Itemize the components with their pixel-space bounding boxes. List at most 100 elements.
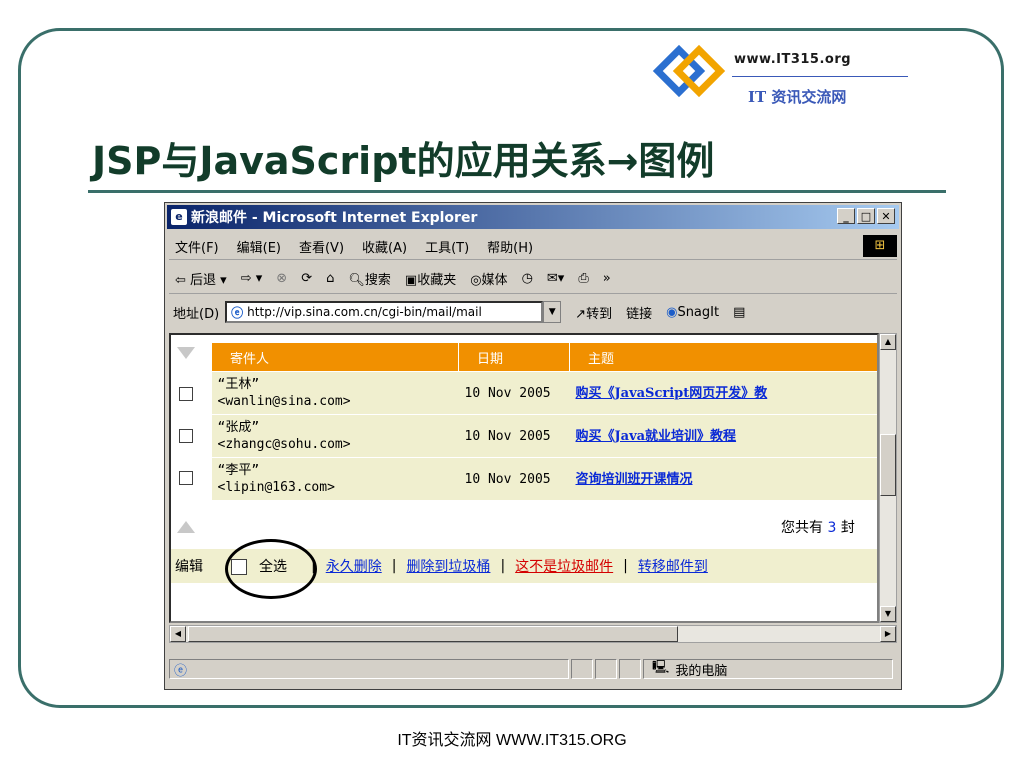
search-label: 搜索 <box>364 272 391 288</box>
toolbar-more[interactable]: » <box>603 271 611 286</box>
column-header-sender[interactable]: 寄件人 <box>211 343 459 372</box>
ie-window-title: 新浪邮件 - Microsoft Internet Explorer <box>191 210 478 226</box>
table-row[interactable]: “张成” <zhangc@sohu.com> 10 Nov 2005 购买《Ja… <box>211 414 877 458</box>
total-prefix: 您共有 <box>781 520 823 536</box>
maximize-icon[interactable]: □ <box>857 208 875 224</box>
standard-toolbar: ⇦ 后退 ▾ ⇨ ▾ ⊗ ⟳ ⌂ 🔍︎搜索 ▣收藏夹 ◎媒体 ◷ ✉▾ ⎙ » <box>169 263 897 294</box>
status-cell <box>595 659 617 679</box>
snagit-icon: ◉ <box>666 304 678 320</box>
horizontal-scrollbar[interactable]: ◀ ▶ <box>169 625 897 643</box>
delete-forever-link[interactable]: 永久删除 <box>326 556 382 576</box>
scroll-left-icon[interactable]: ◀ <box>170 626 186 642</box>
forward-button[interactable]: ⇨ ▾ <box>241 271 263 286</box>
menu-favorites[interactable]: 收藏(A) <box>362 237 407 256</box>
column-header-subject[interactable]: 主题 <box>569 343 877 372</box>
sender-name: “李平” <box>217 463 260 478</box>
separator: | <box>623 558 628 574</box>
favorites-label: 收藏夹 <box>417 272 457 288</box>
ie-titlebar[interactable]: e 新浪邮件 - Microsoft Internet Explorer _ □… <box>167 205 899 229</box>
favorites-button[interactable]: ▣收藏夹 <box>405 269 456 288</box>
not-spam-link[interactable]: 这不是垃圾邮件 <box>515 556 613 576</box>
row-checkbox[interactable] <box>179 429 193 443</box>
menu-help[interactable]: 帮助(H) <box>487 237 533 256</box>
links-button[interactable]: 链接 <box>626 303 652 322</box>
search-icon: 🔍︎ <box>348 272 365 288</box>
logo-rule <box>732 76 908 77</box>
scroll-down-icon[interactable]: ▼ <box>880 606 896 622</box>
scroll-right-icon[interactable]: ▶ <box>880 626 896 642</box>
stop-icon[interactable]: ⊗ <box>276 271 287 286</box>
row-checkbox[interactable] <box>179 471 193 485</box>
address-url: http://vip.sina.com.cn/cgi-bin/mail/mail <box>247 305 482 319</box>
vertical-scrollbar[interactable]: ▲ ▼ <box>879 333 897 623</box>
refresh-icon[interactable]: ⟳ <box>301 271 312 286</box>
snagit-button[interactable]: ◉SnagIt <box>666 305 719 320</box>
back-button[interactable]: ⇦ 后退 ▾ <box>175 269 227 288</box>
window-controls: _ □ ✕ <box>837 208 895 224</box>
computer-icon: 🖳 <box>652 660 670 675</box>
status-cell <box>619 659 641 679</box>
table-row[interactable]: “李平” <lipin@163.com> 10 Nov 2005 咨询培训班开课… <box>211 457 877 500</box>
scroll-up-icon[interactable]: ▲ <box>880 334 896 350</box>
sender-cell: “王林” <wanlin@sina.com> <box>211 371 459 415</box>
highlight-circle <box>225 539 317 599</box>
total-suffix: 封 <box>840 520 855 536</box>
sort-down-icon[interactable] <box>177 347 195 359</box>
column-header-date[interactable]: 日期 <box>458 343 570 372</box>
snagit-label: SnagIt <box>677 304 720 320</box>
move-mail-link[interactable]: 转移邮件到 <box>638 556 708 576</box>
address-label: 地址(D) <box>173 306 220 322</box>
minimize-icon[interactable]: _ <box>837 208 855 224</box>
edit-label: 编辑 <box>175 559 203 575</box>
vertical-scroll-thumb[interactable] <box>880 434 896 496</box>
separator: | <box>500 558 506 574</box>
search-button[interactable]: 🔍︎搜索 <box>348 269 391 288</box>
sender-cell: “李平” <lipin@163.com> <box>211 457 459 500</box>
sender-email: <wanlin@sina.com> <box>217 394 351 409</box>
snagit-capture-icon[interactable]: ▤ <box>733 305 745 320</box>
menu-bar: 文件(F) 编辑(E) 查看(V) 收藏(A) 工具(T) 帮助(H) <box>169 233 897 260</box>
print-icon[interactable]: ⎙ <box>578 271 588 286</box>
subject-link[interactable]: 购买《Java就业培训》教程 <box>576 429 737 444</box>
sender-name: “张成” <box>217 420 260 435</box>
sender-cell: “张成” <zhangc@sohu.com> <box>211 414 459 458</box>
zone-label: 我的电脑 <box>675 663 728 679</box>
sender-name: “王林” <box>217 377 260 392</box>
slide-footer: IT资讯交流网 WWW.IT315.ORG <box>397 732 627 749</box>
history-icon[interactable]: ◷ <box>522 271 533 286</box>
windows-flag-icon: ⊞ <box>863 235 897 257</box>
security-zone: 🖳 我的电脑 <box>643 659 893 679</box>
status-page-icon: ⓔ <box>174 663 188 679</box>
subject-cell: 咨询培训班开课情况 <box>569 457 877 500</box>
row-checkbox[interactable] <box>179 387 193 401</box>
date-cell: 10 Nov 2005 <box>458 457 570 500</box>
close-icon[interactable]: ✕ <box>877 208 895 224</box>
address-input[interactable]: ⓔ http://vip.sina.com.cn/cgi-bin/mail/ma… <box>225 301 544 323</box>
home-icon[interactable]: ⌂ <box>326 271 334 286</box>
logo-bottom-text: IT 资讯交流网 <box>748 88 847 106</box>
sort-up-icon[interactable] <box>177 521 195 533</box>
separator: | <box>391 558 397 574</box>
mail-icon[interactable]: ✉▾ <box>547 271 564 286</box>
move-to-trash-link[interactable]: 删除到垃圾桶 <box>406 556 490 576</box>
subject-cell: 购买《JavaScript网页开发》教 <box>569 371 877 415</box>
subject-link[interactable]: 咨询培训班开课情况 <box>576 472 693 487</box>
media-button[interactable]: ◎媒体 <box>470 269 507 288</box>
menu-file[interactable]: 文件(F) <box>175 237 219 256</box>
menu-view[interactable]: 查看(V) <box>299 237 344 256</box>
status-bar: ⓔ 🖳 我的电脑 <box>169 657 897 681</box>
menu-tools[interactable]: 工具(T) <box>425 237 469 256</box>
table-row[interactable]: “王林” <wanlin@sina.com> 10 Nov 2005 购买《Ja… <box>211 371 877 415</box>
horizontal-scroll-thumb[interactable] <box>188 626 678 642</box>
address-dropdown-icon[interactable]: ▼ <box>543 301 562 323</box>
media-icon: ◎ <box>470 272 482 288</box>
page-content: 寄件人 日期 主题 “王林” <wanlin@sina.com> 10 Nov … <box>169 333 879 623</box>
go-label: 转到 <box>586 306 613 322</box>
title-rule <box>88 190 946 193</box>
subject-cell: 购买《Java就业培训》教程 <box>569 414 877 458</box>
go-button[interactable]: ↗转到 <box>575 303 612 322</box>
subject-link[interactable]: 购买《JavaScript网页开发》教 <box>576 386 768 401</box>
favorites-icon: ▣ <box>404 272 418 288</box>
logo-top-text: www.IT315.org <box>734 52 852 67</box>
menu-edit[interactable]: 编辑(E) <box>237 237 281 256</box>
